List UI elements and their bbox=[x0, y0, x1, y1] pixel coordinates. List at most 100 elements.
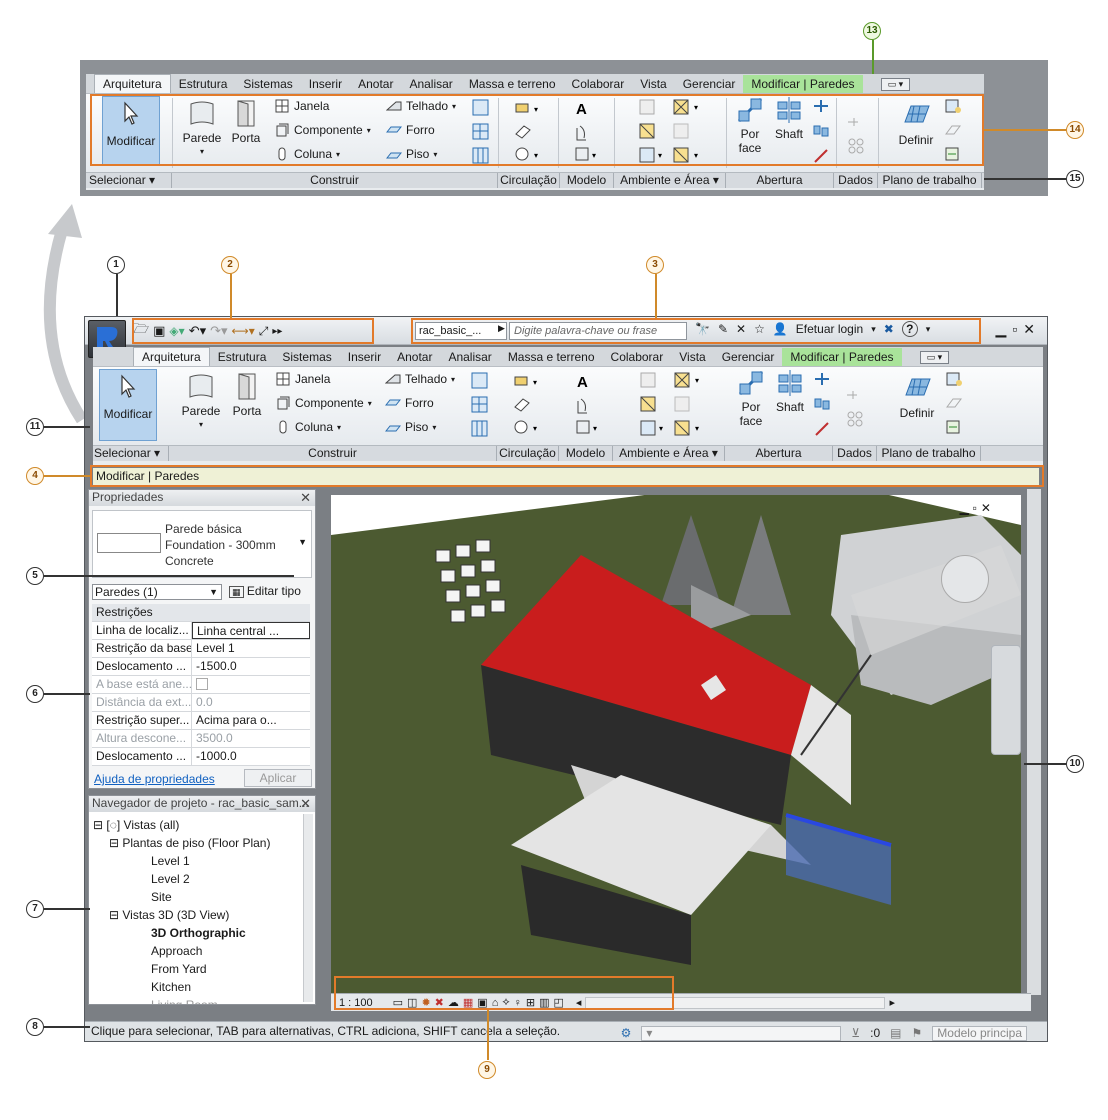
tab-inserir[interactable]: Inserir bbox=[340, 348, 389, 366]
property-value[interactable]: Linha central ... bbox=[192, 622, 310, 639]
component-button[interactable]: Componente ▾ bbox=[275, 395, 372, 411]
tab-vista[interactable]: Vista bbox=[632, 75, 674, 93]
shaft-button[interactable]: Shaft bbox=[771, 369, 809, 414]
workset-dropdown[interactable]: ▾ bbox=[641, 1026, 842, 1041]
tab-arquitetura[interactable]: Arquitetura bbox=[133, 347, 210, 366]
tab-arquitetura[interactable]: Arquitetura bbox=[94, 74, 171, 93]
workplane-small-icons[interactable] bbox=[945, 371, 963, 439]
roof-button[interactable]: Telhado ▾ bbox=[385, 371, 455, 387]
set-workplane-button[interactable]: Definir bbox=[893, 371, 941, 420]
callout-6: 6 bbox=[26, 685, 44, 703]
tab-anotar[interactable]: Anotar bbox=[350, 75, 401, 93]
tree-node-views[interactable]: ⊟ [◌] Vistas (all) bbox=[93, 816, 270, 834]
tab-analisar[interactable]: Analisar bbox=[440, 348, 499, 366]
modify-button[interactable]: Modificar bbox=[99, 369, 157, 441]
highlight-options-bar bbox=[90, 465, 1044, 487]
window-controls[interactable]: ▁▫✕ bbox=[996, 321, 1041, 338]
tab-anotar[interactable]: Anotar bbox=[389, 348, 440, 366]
tab-modificar-paredes[interactable]: Modificar | Paredes bbox=[743, 75, 863, 93]
circulation-icons[interactable]: ▾ ▾ bbox=[513, 371, 547, 439]
properties-help-link[interactable]: Ajuda de propriedades bbox=[94, 772, 215, 786]
tree-item[interactable]: Level 2 bbox=[93, 870, 270, 888]
tree-item[interactable]: From Yard bbox=[93, 960, 270, 978]
tab-vista[interactable]: Vista bbox=[671, 348, 713, 366]
table-row[interactable]: Deslocamento ... -1000.0 bbox=[92, 748, 310, 766]
panel-datum: Dados bbox=[833, 446, 877, 461]
checkbox[interactable] bbox=[196, 678, 208, 690]
model-icons[interactable]: A ▾ bbox=[575, 371, 609, 439]
curtain-system-icon[interactable] bbox=[471, 371, 489, 439]
table-row[interactable]: Restrição da base Level 1 bbox=[92, 640, 310, 658]
tab-massa-terreno[interactable]: Massa e terreno bbox=[461, 75, 564, 93]
design-options-icon[interactable]: ▤ bbox=[890, 1024, 901, 1043]
ribbon-minimize-toggle[interactable]: ▭ ▾ bbox=[880, 78, 911, 91]
by-face-button[interactable]: Por face bbox=[733, 369, 769, 428]
panel-select[interactable]: Selecionar ▾ bbox=[86, 173, 172, 188]
chevron-down-icon[interactable]: ▼ bbox=[298, 537, 307, 547]
tab-sistemas[interactable]: Sistemas bbox=[274, 348, 339, 366]
design-option-dropdown[interactable]: Modelo principa bbox=[932, 1026, 1027, 1041]
callout-4: 4 bbox=[26, 467, 44, 485]
tree-item-active[interactable]: 3D Orthographic bbox=[93, 924, 270, 942]
navigation-bar[interactable] bbox=[991, 645, 1021, 755]
opening-small-icons[interactable] bbox=[813, 371, 831, 439]
edit-type-button[interactable]: ▦ Editar tipo bbox=[229, 584, 301, 598]
wall-dropdown-icon[interactable]: ▾ bbox=[179, 418, 223, 432]
table-row[interactable]: Deslocamento ... -1500.0 bbox=[92, 658, 310, 676]
window-button[interactable]: Janela bbox=[275, 371, 330, 387]
ceiling-button[interactable]: Forro bbox=[385, 395, 434, 411]
table-row[interactable]: Restrição super... Acima para o... bbox=[92, 712, 310, 730]
view-window-controls[interactable]: ▁▫✕ bbox=[959, 501, 995, 515]
floor-dropdown-icon[interactable]: ▾ bbox=[432, 423, 436, 432]
selection-count: :0 bbox=[870, 1026, 881, 1040]
component-dropdown-icon[interactable]: ▾ bbox=[368, 399, 372, 408]
door-button[interactable]: Porta bbox=[227, 371, 267, 418]
viewport-vertical-scrollbar[interactable] bbox=[1027, 489, 1041, 995]
column-button[interactable]: Coluna ▾ bbox=[275, 419, 341, 435]
tab-massa-terreno[interactable]: Massa e terreno bbox=[500, 348, 603, 366]
tree-node-3d-views[interactable]: ⊟ Vistas 3D (3D View) bbox=[93, 906, 270, 924]
wall-button[interactable]: Parede ▾ bbox=[179, 371, 223, 432]
tab-estrutura[interactable]: Estrutura bbox=[171, 75, 236, 93]
ribbon-minimize-toggle[interactable]: ▭ ▾ bbox=[919, 351, 950, 364]
roof-dropdown-icon[interactable]: ▾ bbox=[451, 375, 455, 384]
tab-gerenciar[interactable]: Gerenciar bbox=[714, 348, 783, 366]
close-icon[interactable]: ✕ bbox=[300, 490, 311, 505]
tab-analisar[interactable]: Analisar bbox=[401, 75, 460, 93]
type-selector[interactable]: Parede básica Foundation - 300mm Concret… bbox=[92, 510, 312, 578]
tree-item[interactable]: Living Room bbox=[93, 996, 270, 1004]
tab-sistemas[interactable]: Sistemas bbox=[235, 75, 300, 93]
floor-button[interactable]: Piso ▾ bbox=[385, 419, 436, 435]
tab-gerenciar[interactable]: Gerenciar bbox=[675, 75, 744, 93]
viewcube[interactable] bbox=[941, 555, 989, 603]
panel-room-area[interactable]: Ambiente e Área ▾ bbox=[614, 173, 726, 188]
tree-item[interactable]: Level 1 bbox=[93, 852, 270, 870]
tab-estrutura[interactable]: Estrutura bbox=[210, 348, 275, 366]
properties-group-header[interactable]: Restrições bbox=[92, 604, 310, 622]
panel-select[interactable]: Selecionar ▾ bbox=[93, 446, 169, 461]
instance-filter-dropdown[interactable]: Paredes (1) ▼ bbox=[92, 584, 222, 600]
scroll-right-icon[interactable]: ▸ bbox=[889, 996, 895, 1009]
tree-item[interactable]: Kitchen bbox=[93, 978, 270, 996]
tab-colaborar[interactable]: Colaborar bbox=[564, 75, 633, 93]
instance-filter-value: Paredes (1) bbox=[95, 585, 158, 599]
by-face-label-2: face bbox=[739, 414, 763, 428]
table-row[interactable]: Linha de localiz... Linha central ... bbox=[92, 622, 310, 640]
room-area-icons[interactable]: ▾ ▾ ▾ bbox=[639, 371, 719, 439]
tree-node-floor-plans[interactable]: ⊟ Plantas de piso (Floor Plan) bbox=[93, 834, 270, 852]
worksets-icon[interactable]: ⚙ bbox=[621, 1024, 632, 1043]
tree-item[interactable]: Site bbox=[93, 888, 270, 906]
browser-scrollbar[interactable] bbox=[303, 814, 313, 1002]
tree-item[interactable]: Approach bbox=[93, 942, 270, 960]
filter-icon[interactable]: ⊻ bbox=[851, 1024, 860, 1043]
editable-only-icon[interactable]: ⚑ bbox=[912, 1024, 923, 1043]
close-icon[interactable]: ✕ bbox=[300, 796, 311, 811]
datum-icons[interactable] bbox=[845, 387, 865, 427]
drawing-area[interactable]: ▁▫✕ bbox=[331, 495, 1021, 995]
panel-room-area[interactable]: Ambiente e Área ▾ bbox=[613, 446, 725, 461]
tab-colaborar[interactable]: Colaborar bbox=[603, 348, 672, 366]
column-dropdown-icon[interactable]: ▾ bbox=[337, 423, 341, 432]
tab-inserir[interactable]: Inserir bbox=[301, 75, 350, 93]
tab-modificar-paredes[interactable]: Modificar | Paredes bbox=[782, 348, 902, 366]
apply-button[interactable]: Aplicar bbox=[244, 769, 312, 787]
